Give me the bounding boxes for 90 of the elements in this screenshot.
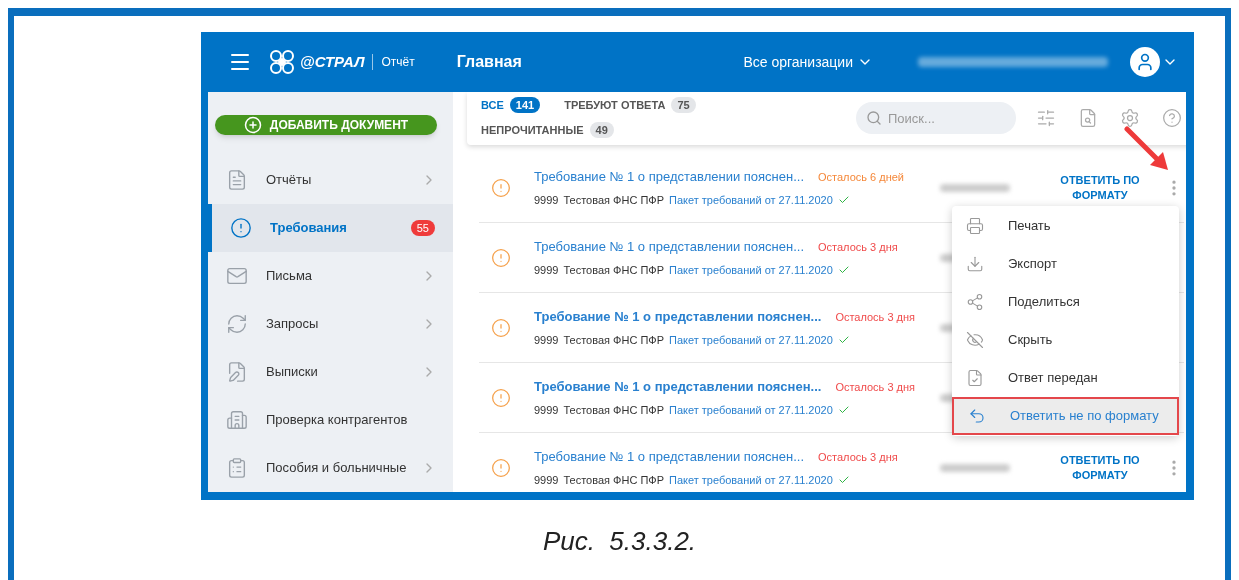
- sidebar-item[interactable]: Запросы: [208, 300, 453, 348]
- logo-text: @СТРАЛ: [300, 51, 365, 72]
- exclamation-icon: [491, 457, 511, 478]
- reply-format-button[interactable]: ОТВЕТИТЬ ПО ФОРМАТУ: [1050, 172, 1150, 203]
- org-code: 9999: [534, 472, 559, 488]
- menu-item[interactable]: Экспорт: [952, 245, 1179, 283]
- menu-item[interactable]: Печать: [952, 207, 1179, 245]
- search-icon: [866, 110, 882, 126]
- annotation-arrow: [1124, 126, 1170, 172]
- requirement-title[interactable]: Требование № 1 о представлении пояснен...: [534, 377, 822, 397]
- filter-tab[interactable]: НЕПРОЧИТАННЫЕ 49: [481, 121, 614, 138]
- settings-icon[interactable]: [1120, 108, 1140, 128]
- sidebar-label: Отчёты: [266, 171, 312, 190]
- user-icon: [1135, 52, 1155, 72]
- count-badge: 49: [589, 121, 614, 138]
- requirement-title[interactable]: Требование № 1 о представлении пояснен...: [534, 307, 822, 327]
- org-code: 9999: [534, 192, 559, 208]
- org-name: Тестовая ФНС ПФР: [563, 402, 664, 418]
- menu-item[interactable]: Ответ передан: [952, 359, 1179, 397]
- add-document-button[interactable]: ДОБАВИТЬ ДОКУМЕНТ: [215, 115, 437, 135]
- requirement-title[interactable]: Требование № 1 о представлении пояснен...: [534, 447, 805, 467]
- org-name: Тестовая ФНС ПФР: [563, 262, 664, 278]
- deadline-text: Осталось 3 дня: [835, 309, 916, 325]
- sidebar-item[interactable]: Письма: [208, 252, 453, 300]
- org-code: 9999: [534, 332, 559, 348]
- count-badge: 55: [410, 220, 435, 236]
- requirement-title[interactable]: Требование № 1 о представлении пояснен...: [534, 237, 805, 257]
- sidebar-label: Письма: [266, 267, 313, 286]
- package-link[interactable]: Пакет требований от 27.11.2020: [669, 401, 833, 418]
- figure-caption: Рис. 5.3.3.2.: [541, 525, 698, 558]
- sidebar-item[interactable]: Отчёты: [208, 156, 453, 204]
- blurred-date: [940, 183, 1010, 192]
- count-badge: 75: [671, 97, 696, 114]
- sidebar-item[interactable]: Выписки: [208, 348, 453, 396]
- sidebar-label: Выписки: [266, 363, 318, 382]
- sidebar-item[interactable]: Пособия и больничные: [208, 444, 453, 492]
- package-link[interactable]: Пакет требований от 27.11.2020: [669, 191, 833, 208]
- page-title: Главная: [456, 52, 522, 72]
- clipboard-icon: [226, 457, 248, 479]
- hidden-eye-icon: [966, 331, 984, 349]
- count-badge: 141: [509, 97, 541, 114]
- reply-icon: [968, 407, 986, 425]
- exclamation-icon: [230, 217, 252, 239]
- exclamation-icon: [491, 387, 511, 408]
- org-name: Тестовая ФНС ПФР: [563, 472, 664, 488]
- exclamation-icon: [491, 247, 511, 268]
- requirement-title[interactable]: Требование № 1 о представлении пояснен...: [534, 167, 805, 187]
- refresh-icon: [226, 313, 248, 335]
- blurred-date: [940, 463, 1010, 472]
- filter-tab[interactable]: ВСЕ 141: [481, 97, 541, 114]
- exclamation-icon: [491, 177, 511, 198]
- product-name: Отчёт: [381, 54, 415, 71]
- reply-format-button[interactable]: ОТВЕТИТЬ ПО ФОРМАТУ: [1050, 452, 1150, 483]
- org-code: 9999: [534, 262, 559, 278]
- filter-tab[interactable]: ТРЕБУЮТ ОТВЕТА 75: [564, 97, 696, 114]
- package-link[interactable]: Пакет требований от 27.11.2020: [669, 331, 833, 348]
- logo-icon: [268, 48, 296, 76]
- help-icon[interactable]: [1162, 108, 1182, 128]
- package-link[interactable]: Пакет требований от 27.11.2020: [669, 471, 833, 488]
- exclamation-icon: [491, 317, 511, 338]
- sidebar-label: Требования: [270, 219, 347, 238]
- sidebar-item[interactable]: Требования 55: [208, 204, 453, 252]
- document-icon: [226, 169, 248, 191]
- sidebar-label: Запросы: [266, 315, 319, 334]
- deadline-text: Осталось 3 дня: [835, 379, 916, 395]
- document-eye-icon[interactable]: [1078, 108, 1098, 128]
- envelope-icon: [226, 265, 248, 287]
- org-name: Тестовая ФНС ПФР: [563, 192, 664, 208]
- menu-item[interactable]: Поделиться: [952, 283, 1179, 321]
- building-icon: [226, 409, 248, 431]
- organization-selector[interactable]: Все организации: [743, 51, 873, 73]
- search-field[interactable]: Поиск...: [856, 102, 1016, 134]
- plus-icon: [243, 116, 262, 134]
- package-link[interactable]: Пакет требований от 27.11.2020: [669, 261, 833, 278]
- org-code: 9999: [534, 402, 559, 418]
- sidebar-label: Проверка контрагентов: [266, 411, 408, 430]
- deadline-text: Осталось 3 дня: [818, 239, 898, 255]
- download-icon: [966, 255, 984, 273]
- menu-item[interactable]: Ответить не по формату: [952, 397, 1179, 435]
- share-icon: [966, 293, 984, 311]
- deadline-text: Осталось 6 дней: [818, 169, 904, 185]
- sidebar-label: Пособия и больничные: [266, 459, 407, 478]
- menu-item[interactable]: Скрыть: [952, 321, 1179, 359]
- sidebar-item[interactable]: Проверка контрагентов: [208, 396, 453, 444]
- org-name: Тестовая ФНС ПФР: [563, 332, 664, 348]
- document-check-icon: [966, 369, 984, 387]
- document-pen-icon: [226, 361, 248, 383]
- sliders-icon[interactable]: [1036, 108, 1056, 128]
- deadline-text: Осталось 3 дня: [818, 449, 898, 465]
- printer-icon: [966, 217, 984, 235]
